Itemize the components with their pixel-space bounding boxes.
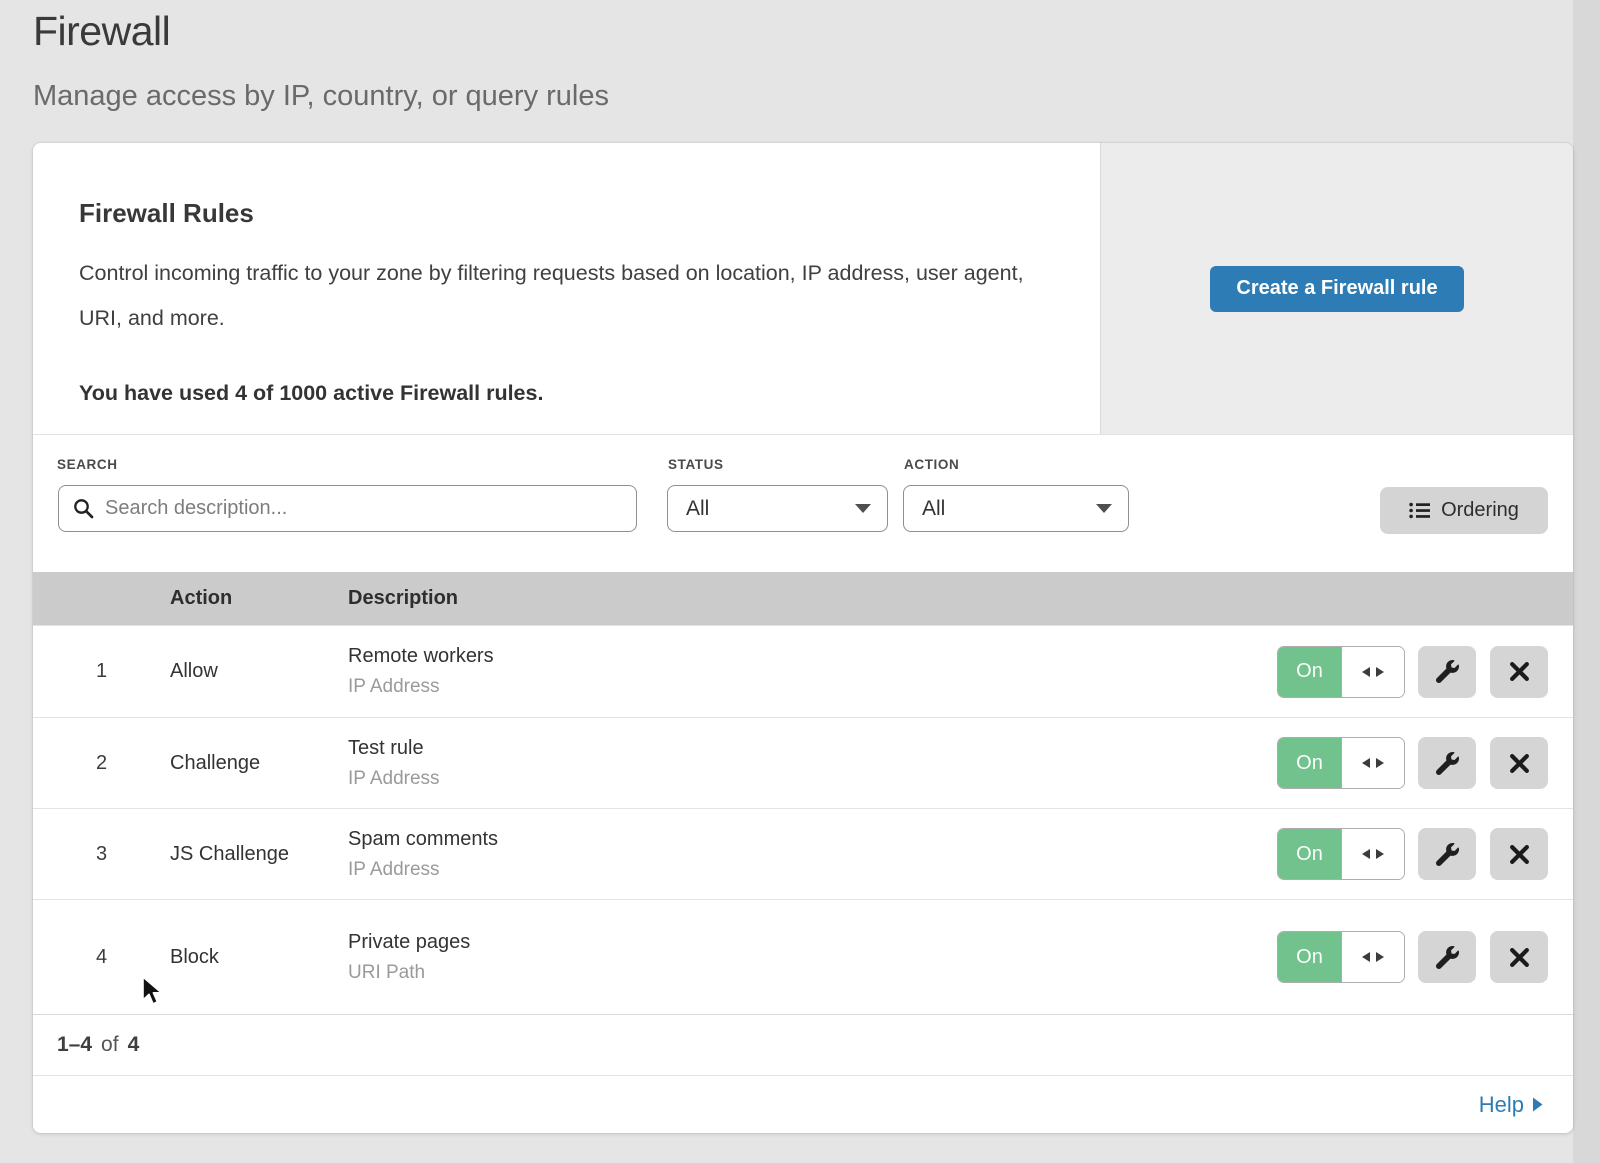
close-icon <box>1509 844 1530 865</box>
rule-description-cell: Remote workers IP Address <box>348 645 1277 698</box>
delete-rule-button[interactable] <box>1490 828 1548 880</box>
filters-bar: SEARCH STATUS All ACTION All Ordering <box>33 435 1573 572</box>
close-icon <box>1509 661 1530 682</box>
rule-description: Remote workers <box>348 645 1277 668</box>
rule-description-cell: Spam comments IP Address <box>348 828 1277 881</box>
rule-priority: 4 <box>33 946 170 969</box>
help-link-label: Help <box>1479 1092 1524 1118</box>
ordering-button[interactable]: Ordering <box>1380 487 1548 534</box>
pagination-of: of <box>101 1033 119 1057</box>
create-firewall-rule-button[interactable]: Create a Firewall rule <box>1210 266 1463 312</box>
firewall-rules-card: Firewall Rules Control incoming traffic … <box>33 143 1573 1133</box>
column-header-description: Description <box>348 587 1277 610</box>
table-header: Action Description <box>33 572 1573 625</box>
rule-field: URI Path <box>348 962 1277 984</box>
chevron-right-icon <box>1533 1097 1543 1112</box>
create-rule-panel: Create a Firewall rule <box>1100 143 1573 434</box>
edit-rule-button[interactable] <box>1418 737 1476 789</box>
page-background-strip <box>1573 0 1600 1163</box>
rule-field: IP Address <box>348 768 1277 790</box>
rule-description: Test rule <box>348 737 1277 760</box>
table-row: 3 JS Challenge Spam comments IP Address … <box>33 808 1573 899</box>
search-input-wrapper[interactable] <box>58 485 637 532</box>
intro-text-panel: Firewall Rules Control incoming traffic … <box>33 143 1100 434</box>
rule-action: Allow <box>170 660 348 683</box>
wrench-icon <box>1436 752 1459 775</box>
page-title: Firewall <box>33 8 170 55</box>
toggle-on-label[interactable]: On <box>1278 932 1341 982</box>
close-icon <box>1509 947 1530 968</box>
rule-priority: 2 <box>33 752 170 775</box>
rule-controls: On <box>1277 646 1573 698</box>
wrench-icon <box>1436 843 1459 866</box>
rule-controls: On <box>1277 737 1573 789</box>
pagination-range: 1–4 <box>57 1033 92 1057</box>
table-row: 1 Allow Remote workers IP Address On <box>33 625 1573 717</box>
rule-description: Spam comments <box>348 828 1277 851</box>
rule-field: IP Address <box>348 676 1277 698</box>
toggle-on-label[interactable]: On <box>1278 829 1341 879</box>
edit-rule-button[interactable] <box>1418 646 1476 698</box>
rule-action: Challenge <box>170 752 348 775</box>
table-row: 2 Challenge Test rule IP Address On <box>33 717 1573 808</box>
rule-enabled-toggle[interactable]: On <box>1277 828 1405 880</box>
toggle-arrows-icon[interactable] <box>1341 829 1404 879</box>
status-select[interactable]: All <box>667 485 888 532</box>
action-label: ACTION <box>904 457 959 472</box>
delete-rule-button[interactable] <box>1490 931 1548 983</box>
action-select[interactable]: All <box>903 485 1129 532</box>
card-footer: Help <box>33 1075 1573 1133</box>
pagination: 1–4 of 4 <box>33 1014 1573 1075</box>
toggle-arrows-icon[interactable] <box>1341 647 1404 697</box>
section-heading: Firewall Rules <box>79 198 1040 229</box>
table-row: 4 Block Private pages URI Path On <box>33 899 1573 1014</box>
rule-description: Private pages <box>348 931 1277 954</box>
rule-enabled-toggle[interactable]: On <box>1277 646 1405 698</box>
search-input[interactable] <box>105 497 622 520</box>
wrench-icon <box>1436 946 1459 969</box>
rule-description-cell: Test rule IP Address <box>348 737 1277 790</box>
rule-priority: 1 <box>33 660 170 683</box>
caret-down-icon <box>1096 504 1112 513</box>
action-selected-value: All <box>922 497 945 521</box>
toggle-arrows-icon[interactable] <box>1341 932 1404 982</box>
status-label: STATUS <box>668 457 724 472</box>
ordering-button-label: Ordering <box>1441 499 1519 522</box>
section-description: Control incoming traffic to your zone by… <box>79 251 1039 341</box>
rule-priority: 3 <box>33 843 170 866</box>
rule-action: Block <box>170 946 348 969</box>
rule-enabled-toggle[interactable]: On <box>1277 931 1405 983</box>
rule-controls: On <box>1277 828 1573 880</box>
rule-enabled-toggle[interactable]: On <box>1277 737 1405 789</box>
toggle-arrows-icon[interactable] <box>1341 738 1404 788</box>
toggle-on-label[interactable]: On <box>1278 647 1341 697</box>
column-header-action: Action <box>170 587 348 610</box>
rule-controls: On <box>1277 931 1573 983</box>
close-icon <box>1509 753 1530 774</box>
help-link[interactable]: Help <box>1479 1092 1543 1118</box>
wrench-icon <box>1436 660 1459 683</box>
usage-summary: You have used 4 of 1000 active Firewall … <box>79 381 1040 406</box>
page-subtitle: Manage access by IP, country, or query r… <box>33 80 609 113</box>
rule-description-cell: Private pages URI Path <box>348 931 1277 984</box>
rule-field: IP Address <box>348 859 1277 881</box>
toggle-on-label[interactable]: On <box>1278 738 1341 788</box>
caret-down-icon <box>855 504 871 513</box>
ordered-list-icon <box>1409 502 1430 519</box>
search-icon <box>73 498 94 519</box>
edit-rule-button[interactable] <box>1418 931 1476 983</box>
search-label: SEARCH <box>57 457 118 472</box>
edit-rule-button[interactable] <box>1418 828 1476 880</box>
delete-rule-button[interactable] <box>1490 737 1548 789</box>
delete-rule-button[interactable] <box>1490 646 1548 698</box>
status-selected-value: All <box>686 497 709 521</box>
intro-section: Firewall Rules Control incoming traffic … <box>33 143 1573 435</box>
pagination-total: 4 <box>128 1033 140 1057</box>
rule-action: JS Challenge <box>170 843 348 866</box>
